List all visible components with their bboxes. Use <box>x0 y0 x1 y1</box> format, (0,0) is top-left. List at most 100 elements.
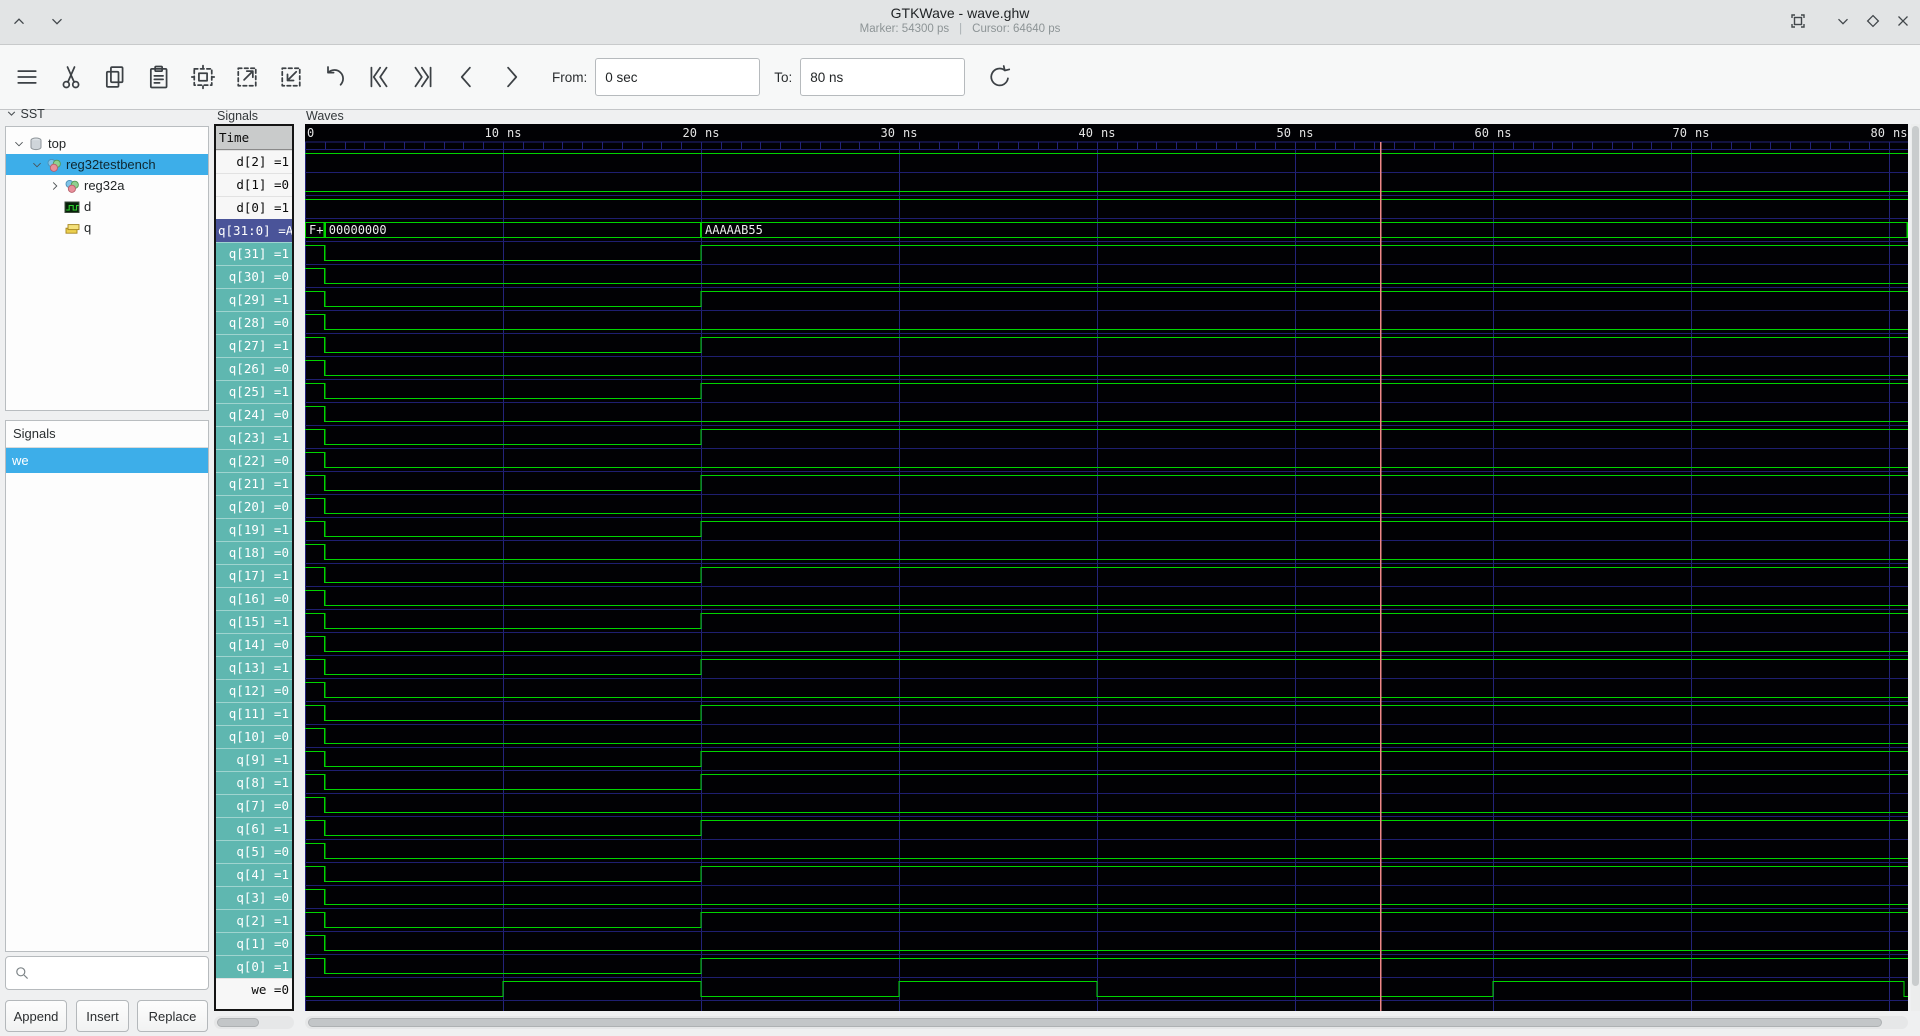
signal-row-q[0][interactable]: q[0] =1 <box>216 955 292 978</box>
shift-right-button[interactable] <box>494 60 528 94</box>
signal-row-q[17][interactable]: q[17] =1 <box>216 564 292 587</box>
insert-button[interactable]: Insert <box>76 1000 129 1032</box>
titlebar: GTKWave - wave.ghw Marker: 54300 ps | Curs… <box>0 0 1920 45</box>
signal-row-q[18][interactable]: q[18] =0 <box>216 541 292 564</box>
to-input[interactable] <box>800 58 966 96</box>
signal-d-icon <box>64 201 80 213</box>
signals-list-panel: Signals we <box>5 420 209 952</box>
zoom-start-button[interactable] <box>362 60 396 94</box>
sst-tree-panel: top reg32testbench reg32a d q <box>5 126 209 411</box>
signal-search-input[interactable] <box>5 956 209 990</box>
signal-row-q[12][interactable]: q[12] =0 <box>216 679 292 702</box>
signal-row-q[25][interactable]: q[25] =1 <box>216 380 292 403</box>
collapse-chevron-icon[interactable] <box>6 108 17 119</box>
signal-row-q[5][interactable]: q[5] =0 <box>216 840 292 863</box>
copy-button[interactable] <box>98 60 132 94</box>
wave-trace <box>305 819 1908 837</box>
menu-button[interactable] <box>10 60 44 94</box>
close-button[interactable] <box>1888 6 1918 36</box>
signal-row-q[31:0][interactable]: q[31:0] =A <box>216 219 292 242</box>
search-icon <box>16 967 29 980</box>
signal-row-q[7][interactable]: q[7] =0 <box>216 794 292 817</box>
expander-open-icon[interactable] <box>30 158 44 172</box>
sidebar-item-reg32testbench[interactable]: reg32testbench <box>6 154 208 175</box>
zoom-end-button[interactable] <box>406 60 440 94</box>
instance-icon <box>47 158 61 172</box>
signal-row-q[21][interactable]: q[21] =1 <box>216 472 292 495</box>
canvas-vscrollbar[interactable] <box>1911 124 1920 1011</box>
signal-row-d[0][interactable]: d[0] =1 <box>216 196 292 219</box>
signal-row-q[3][interactable]: q[3] =0 <box>216 886 292 909</box>
sidebar-item-reg32a[interactable]: reg32a <box>6 175 208 196</box>
canvas-vscrollbar-thumb[interactable] <box>1912 126 1919 986</box>
signal-row-q[24][interactable]: q[24] =0 <box>216 403 292 426</box>
signal-row-q[6][interactable]: q[6] =1 <box>216 817 292 840</box>
wave-trace <box>305 911 1908 929</box>
expander-closed-icon[interactable] <box>48 179 62 193</box>
signal-row-we[interactable]: we =0 <box>216 978 292 1001</box>
signal-names-column: Time d[2] =1 d[1] =0 d[0] =1 q[31:0] =A q[31… <box>214 124 294 1011</box>
signal-row-q[9][interactable]: q[9] =1 <box>216 748 292 771</box>
zoom-in-button[interactable] <box>274 60 308 94</box>
signal-row-q[26][interactable]: q[26] =0 <box>216 357 292 380</box>
paste-button[interactable] <box>142 60 176 94</box>
signal-row-q[10][interactable]: q[10] =0 <box>216 725 292 748</box>
toolbar-buttons <box>10 60 538 94</box>
minimize-icon <box>1838 18 1848 25</box>
signal-row-d[2][interactable]: d[2] =1 <box>216 150 292 173</box>
maximize-button[interactable] <box>1858 6 1888 36</box>
signal-row-q[16][interactable]: q[16] =0 <box>216 587 292 610</box>
wave-canvas[interactable]: F+ 00000000 AAAAAB55 0 10 ns 20 ns 30 ns 40 ns 50 ns 6… <box>305 124 1908 1011</box>
zoom-fit-button[interactable] <box>186 60 220 94</box>
signal-row-d[1][interactable]: d[1] =0 <box>216 173 292 196</box>
canvas-hscrollbar[interactable] <box>305 1016 1908 1029</box>
wave-trace <box>305 520 1908 538</box>
sidebar-item-q[interactable]: q <box>6 217 208 238</box>
sidebar-item-top[interactable]: top <box>6 133 208 154</box>
signal-row-q[1][interactable]: q[1] =0 <box>216 932 292 955</box>
canvas-hscrollbar-thumb[interactable] <box>308 1018 1882 1027</box>
names-hscrollbar-thumb[interactable] <box>217 1018 259 1027</box>
signal-row-q[19][interactable]: q[19] =1 <box>216 518 292 541</box>
cut-button[interactable] <box>54 60 88 94</box>
signal-row-q[29][interactable]: q[29] =1 <box>216 288 292 311</box>
zoom-out-button[interactable] <box>230 60 264 94</box>
signal-row-q[30][interactable]: q[30] =0 <box>216 265 292 288</box>
zoom-out-icon <box>237 67 257 87</box>
signal-row-q[22][interactable]: q[22] =0 <box>216 449 292 472</box>
signal-row-q[8][interactable]: q[8] =1 <box>216 771 292 794</box>
cut-icon <box>62 66 80 89</box>
undo-button[interactable] <box>318 60 352 94</box>
signal-row-q[15][interactable]: q[15] =1 <box>216 610 292 633</box>
shift-left-button[interactable] <box>450 60 484 94</box>
bus-value-label: 00000000 <box>329 223 387 237</box>
zoom-box-button[interactable] <box>1783 6 1813 36</box>
wave-trace <box>305 267 1908 285</box>
module-icon <box>30 137 42 150</box>
expander-open-icon[interactable] <box>12 137 26 151</box>
signal-row-q[27][interactable]: q[27] =1 <box>216 334 292 357</box>
signal-row-q[14][interactable]: q[14] =0 <box>216 633 292 656</box>
signal-row-q[23][interactable]: q[23] =1 <box>216 426 292 449</box>
signals-list-header: Signals <box>6 421 208 448</box>
replace-button[interactable]: Replace <box>137 1000 208 1032</box>
from-input[interactable] <box>595 58 761 96</box>
signal-row-q[11][interactable]: q[11] =1 <box>216 702 292 725</box>
names-hscrollbar[interactable] <box>214 1016 294 1029</box>
tree-item-label: q <box>84 220 92 235</box>
signal-row-q[13][interactable]: q[13] =1 <box>216 656 292 679</box>
reload-button[interactable] <box>983 60 1017 94</box>
wave-trace <box>305 382 1908 400</box>
signal-row-q[31][interactable]: q[31] =1 <box>216 242 292 265</box>
signal-row-q[4][interactable]: q[4] =1 <box>216 863 292 886</box>
minimize-button[interactable] <box>1828 6 1858 36</box>
signals-list-item-we[interactable]: we <box>6 448 208 473</box>
signal-row-q[28][interactable]: q[28] =0 <box>216 311 292 334</box>
signal-row-q[2][interactable]: q[2] =1 <box>216 909 292 932</box>
append-button[interactable]: Append <box>5 1000 67 1032</box>
shift-left-icon <box>460 66 471 88</box>
sidebar-item-d[interactable]: d <box>6 196 208 217</box>
signal-row-q[20][interactable]: q[20] =0 <box>216 495 292 518</box>
undo-icon <box>327 66 344 86</box>
